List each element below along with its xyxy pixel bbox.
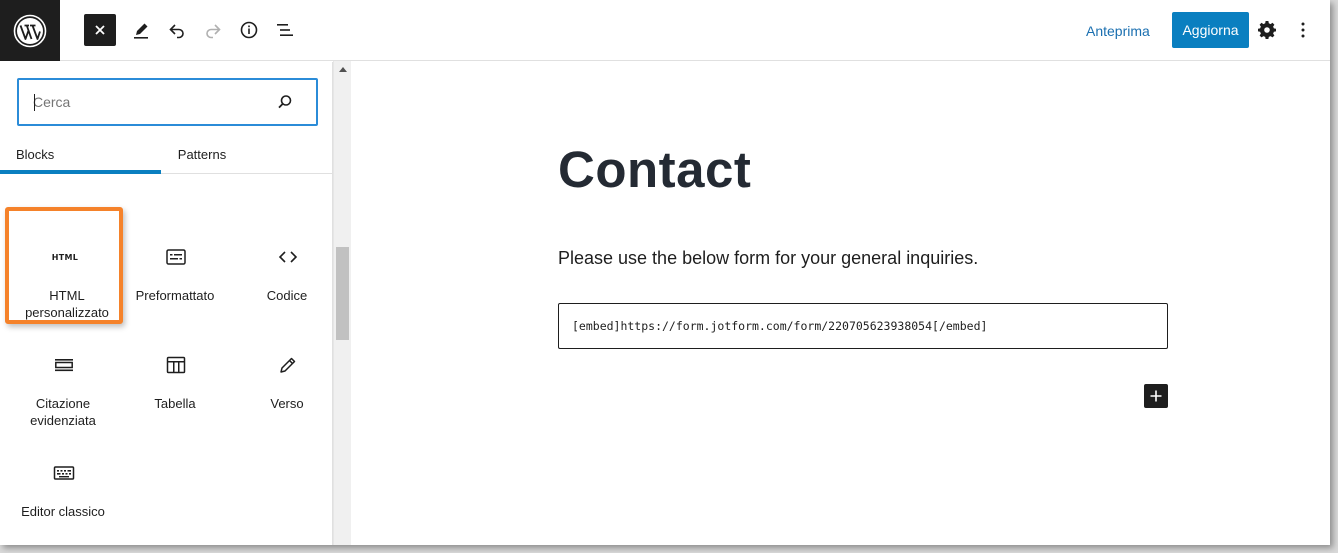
block-item-label: HTML personalizzato bbox=[25, 288, 109, 320]
block-item-label: Verso bbox=[270, 396, 304, 411]
block-item-label: Citazione evidenziata bbox=[30, 396, 96, 428]
gear-icon bbox=[1258, 21, 1276, 39]
pullquote-icon bbox=[53, 354, 75, 376]
wordpress-logo-icon[interactable] bbox=[0, 0, 60, 61]
redo-icon bbox=[206, 24, 221, 39]
paragraph-block[interactable]: Please use the below form for your gener… bbox=[558, 248, 978, 269]
info-icon bbox=[240, 21, 258, 39]
preview-button[interactable]: Anteprima bbox=[1086, 23, 1150, 39]
editor-window: Anteprima Aggiorna Block bbox=[0, 0, 1330, 545]
block-item-label: Preformattato bbox=[135, 288, 215, 303]
search-icon bbox=[278, 95, 292, 109]
block-item-classic[interactable]: Editor classico bbox=[7, 430, 119, 538]
editor-header: Anteprima Aggiorna bbox=[0, 0, 1330, 61]
settings-button[interactable] bbox=[1251, 14, 1283, 46]
scroll-up-arrow-icon[interactable] bbox=[339, 67, 347, 72]
list-view-button[interactable] bbox=[269, 14, 301, 46]
html-icon: HTML bbox=[51, 252, 79, 262]
block-item-verse[interactable]: Verso bbox=[231, 322, 343, 430]
plus-icon bbox=[1150, 390, 1162, 402]
block-item-label: Editor classico bbox=[21, 504, 105, 519]
details-button[interactable] bbox=[233, 14, 265, 46]
block-item-label: Tabella bbox=[154, 396, 196, 411]
block-item-preformatted[interactable]: Preformattato bbox=[119, 214, 231, 322]
undo-icon bbox=[169, 24, 184, 39]
redo-button[interactable] bbox=[197, 14, 229, 46]
scroll-thumb[interactable] bbox=[336, 247, 349, 340]
shortcode-block[interactable]: [embed]https://form.jotform.com/form/220… bbox=[558, 303, 1168, 349]
tab-blocks[interactable]: Blocks bbox=[0, 134, 161, 174]
search-field[interactable] bbox=[17, 78, 318, 126]
update-button[interactable]: Aggiorna bbox=[1172, 12, 1249, 48]
code-icon bbox=[277, 246, 299, 268]
more-options-button[interactable] bbox=[1287, 14, 1319, 46]
undo-button[interactable] bbox=[161, 14, 193, 46]
close-icon bbox=[95, 25, 105, 35]
pencil-icon bbox=[134, 23, 148, 39]
block-item-pullquote[interactable]: Citazione evidenziata bbox=[7, 322, 119, 430]
tab-patterns[interactable]: Patterns bbox=[161, 134, 243, 174]
page-title[interactable]: Contact bbox=[558, 140, 751, 199]
text-cursor bbox=[34, 94, 35, 111]
search-input[interactable] bbox=[33, 80, 273, 124]
close-inserter-button[interactable] bbox=[84, 14, 116, 46]
block-item-code[interactable]: Codice bbox=[231, 214, 343, 322]
editor-canvas: Contact Please use the below form for yo… bbox=[352, 62, 1330, 545]
inserter-tabs: Blocks Patterns bbox=[0, 134, 333, 174]
verse-icon bbox=[277, 354, 299, 376]
block-item-label: Codice bbox=[266, 288, 308, 303]
block-item-custom-html[interactable]: HTML HTML personalizzato bbox=[8, 214, 120, 322]
more-vertical-icon bbox=[1301, 22, 1305, 38]
keyboard-icon bbox=[53, 462, 75, 484]
tools-button[interactable] bbox=[125, 14, 157, 46]
sidebar-scrollbar[interactable] bbox=[333, 61, 351, 545]
add-block-button[interactable] bbox=[1144, 384, 1168, 408]
block-inserter-panel: Blocks Patterns HTML HTML personalizzato… bbox=[0, 62, 333, 545]
table-icon bbox=[165, 354, 187, 376]
block-item-table[interactable]: Tabella bbox=[119, 322, 231, 430]
list-view-icon bbox=[277, 24, 293, 36]
preformatted-icon bbox=[165, 246, 187, 268]
